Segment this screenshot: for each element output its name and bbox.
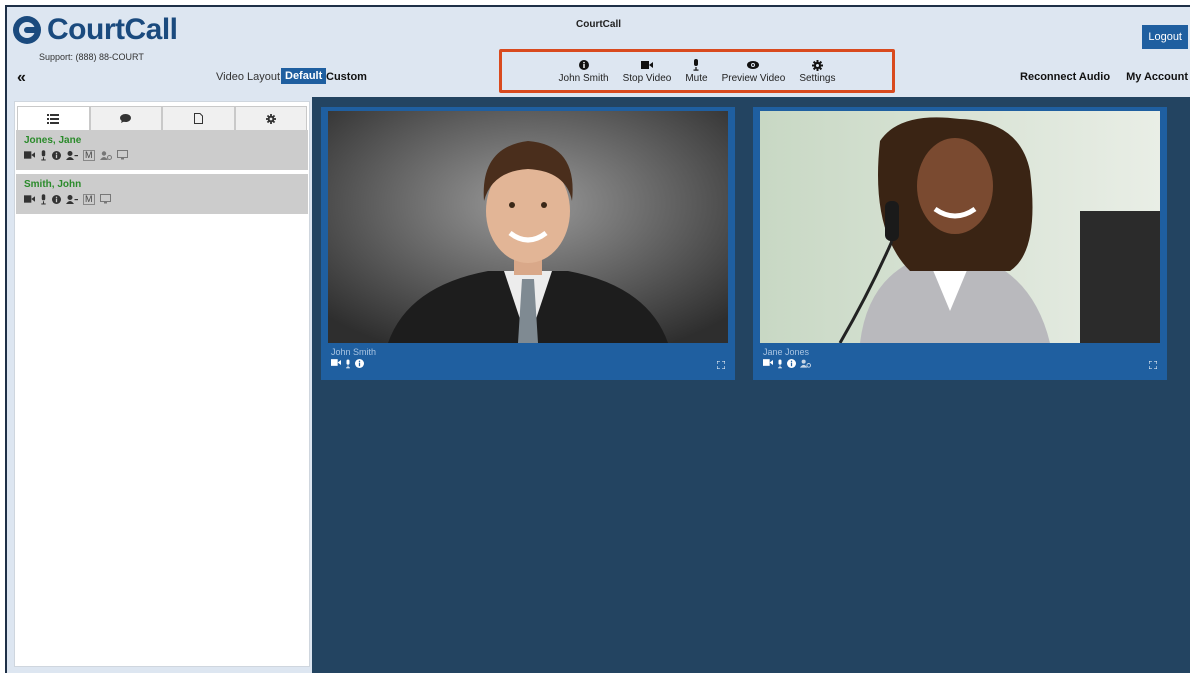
- participant-row[interactable]: Smith, John M: [16, 174, 308, 214]
- preview-video-button[interactable]: Preview Video: [721, 59, 786, 84]
- participant-name: Jones, Jane: [24, 135, 82, 146]
- app-window: CourtCall Support: (888) 88-COURT « Vide…: [5, 5, 1190, 673]
- tile-participant-name: Jane Jones: [763, 347, 810, 357]
- moderator-badge[interactable]: M: [83, 149, 95, 161]
- info-icon: [355, 359, 364, 369]
- microphone-icon: [40, 193, 47, 205]
- tile-participant-name: John Smith: [331, 347, 377, 357]
- reconnect-audio-link[interactable]: Reconnect Audio: [1020, 71, 1110, 83]
- monitor-icon[interactable]: [116, 150, 128, 160]
- mute-button[interactable]: Mute: [685, 59, 708, 84]
- video-tile: John Smith: [321, 107, 735, 380]
- layout-custom-button[interactable]: Custom: [326, 71, 367, 83]
- participant-name: Smith, John: [24, 179, 82, 190]
- microphone-icon: [40, 149, 47, 161]
- monitor-icon[interactable]: [99, 194, 111, 204]
- fullscreen-icon[interactable]: [1149, 361, 1157, 369]
- video-camera-icon: [331, 359, 341, 369]
- stop-video-button[interactable]: Stop Video: [622, 59, 672, 84]
- layout-default-button[interactable]: Default: [281, 68, 327, 84]
- collapse-sidebar-button[interactable]: «: [17, 69, 26, 87]
- fullscreen-icon[interactable]: [717, 361, 725, 369]
- tile-status-icons: [763, 359, 811, 369]
- participant-status-icons: M: [24, 193, 300, 205]
- info-icon: [578, 59, 589, 71]
- preview-video-label: Preview Video: [721, 73, 786, 84]
- participants-sidebar: Jones, Jane M Smith, John M: [14, 101, 310, 667]
- call-controls-toolbar: John Smith Stop Video Mute Preview Video: [499, 49, 895, 93]
- participant-status-icons: M: [24, 149, 300, 161]
- gear-icon: [265, 113, 276, 124]
- video-camera-icon: [640, 59, 653, 71]
- my-account-link[interactable]: My Account: [1126, 71, 1188, 83]
- video-layout-label: Video Layout:: [216, 71, 284, 83]
- video-camera-icon: [24, 151, 35, 159]
- support-phone: Support: (888) 88-COURT: [39, 52, 144, 62]
- settings-label: Settings: [799, 73, 836, 84]
- participant-row[interactable]: Jones, Jane M: [16, 130, 308, 170]
- user-group-icon: [800, 359, 811, 369]
- tile-status-icons: [331, 359, 364, 369]
- tab-settings[interactable]: [234, 106, 307, 130]
- user-group-icon[interactable]: [99, 150, 112, 160]
- video-tile: Jane Jones: [753, 107, 1167, 380]
- tab-participants[interactable]: [17, 106, 90, 130]
- account-links: Reconnect Audio My Account: [1020, 71, 1188, 83]
- video-camera-icon: [24, 195, 35, 203]
- eye-icon: [747, 59, 760, 71]
- mute-label: Mute: [685, 73, 708, 84]
- remove-user-icon[interactable]: [66, 194, 78, 204]
- sidebar-tabs: [17, 106, 307, 130]
- top-bar: CourtCall Support: (888) 88-COURT « Vide…: [7, 7, 1190, 97]
- chat-bubble-icon: [120, 114, 132, 123]
- document-icon: [193, 113, 203, 124]
- microphone-icon: [777, 359, 783, 369]
- tab-chat[interactable]: [89, 106, 162, 130]
- info-icon: [787, 359, 796, 369]
- info-icon: [52, 194, 61, 204]
- gear-icon: [811, 59, 823, 71]
- info-icon: [52, 150, 61, 160]
- list-icon: [47, 113, 60, 124]
- microphone-icon: [345, 359, 351, 369]
- tab-documents[interactable]: [162, 106, 235, 130]
- settings-button[interactable]: Settings: [799, 59, 835, 84]
- microphone-icon: [692, 59, 700, 71]
- stop-video-label: Stop Video: [622, 73, 672, 84]
- user-info-button[interactable]: John Smith: [559, 59, 609, 84]
- video-stage: John Smith Jane Jones: [312, 97, 1190, 673]
- video-camera-icon: [763, 359, 773, 369]
- participant-video: [760, 111, 1160, 343]
- moderator-badge[interactable]: M: [83, 193, 95, 205]
- remove-user-icon[interactable]: [66, 150, 78, 160]
- participant-video: [328, 111, 728, 343]
- user-info-label: John Smith: [558, 73, 609, 84]
- logout-button[interactable]: Logout: [1142, 25, 1188, 49]
- app-title: CourtCall: [576, 19, 621, 30]
